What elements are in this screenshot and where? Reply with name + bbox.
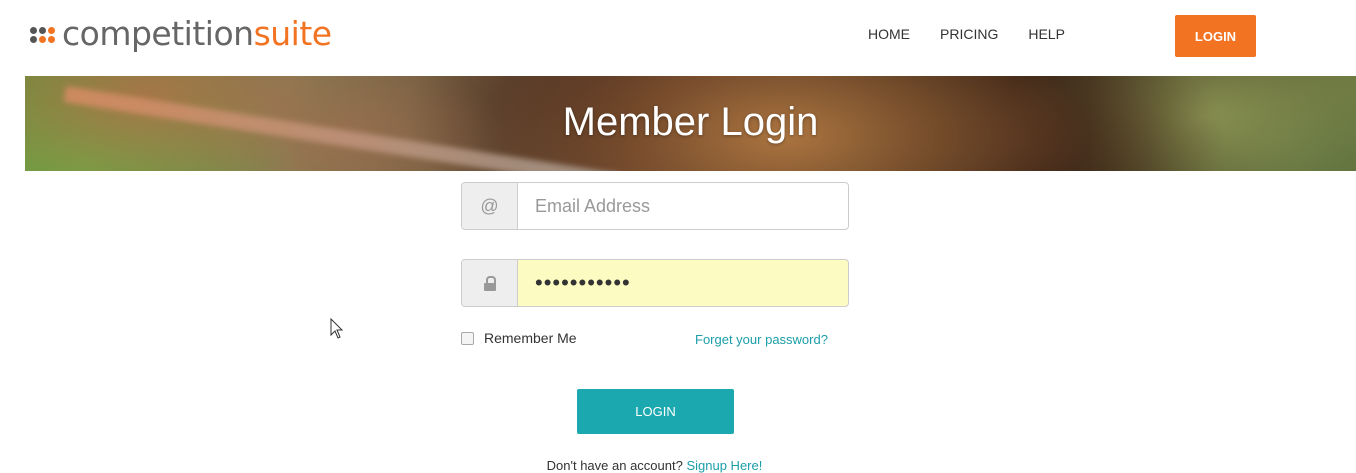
nav-login-button[interactable]: LOGIN xyxy=(1175,15,1256,57)
page-title: Member Login xyxy=(562,100,819,144)
header: competitionsuite HOME PRICING HELP LOGIN xyxy=(0,0,1356,76)
main-nav: HOME PRICING HELP xyxy=(868,26,1095,42)
login-button[interactable]: LOGIN xyxy=(577,389,734,434)
signup-prompt: Don't have an account? Signup Here! xyxy=(0,458,1309,473)
logo-dots-icon xyxy=(30,27,56,49)
signup-prompt-text: Don't have an account? xyxy=(546,458,683,473)
forgot-password-link[interactable]: Forget your password? xyxy=(695,332,828,347)
password-input-group xyxy=(461,259,849,307)
remember-me-label: Remember Me xyxy=(484,330,577,346)
email-input-group: @ xyxy=(461,182,849,230)
remember-me-checkbox[interactable] xyxy=(461,331,474,345)
lock-icon-addon xyxy=(462,260,518,306)
password-field[interactable] xyxy=(518,260,848,306)
remember-me[interactable]: Remember Me xyxy=(461,330,577,346)
email-field[interactable] xyxy=(518,183,848,229)
hero-banner: Member Login xyxy=(25,76,1356,171)
nav-item-home[interactable]: HOME xyxy=(868,26,910,42)
lock-icon xyxy=(483,276,496,291)
logo[interactable]: competitionsuite xyxy=(30,14,332,54)
logo-text: competitionsuite xyxy=(62,14,332,53)
nav-item-help[interactable]: HELP xyxy=(1028,26,1065,42)
at-sign-icon: @ xyxy=(462,183,518,229)
mouse-cursor-icon xyxy=(330,318,344,339)
nav-item-pricing[interactable]: PRICING xyxy=(940,26,998,42)
signup-link[interactable]: Signup Here! xyxy=(686,458,762,473)
